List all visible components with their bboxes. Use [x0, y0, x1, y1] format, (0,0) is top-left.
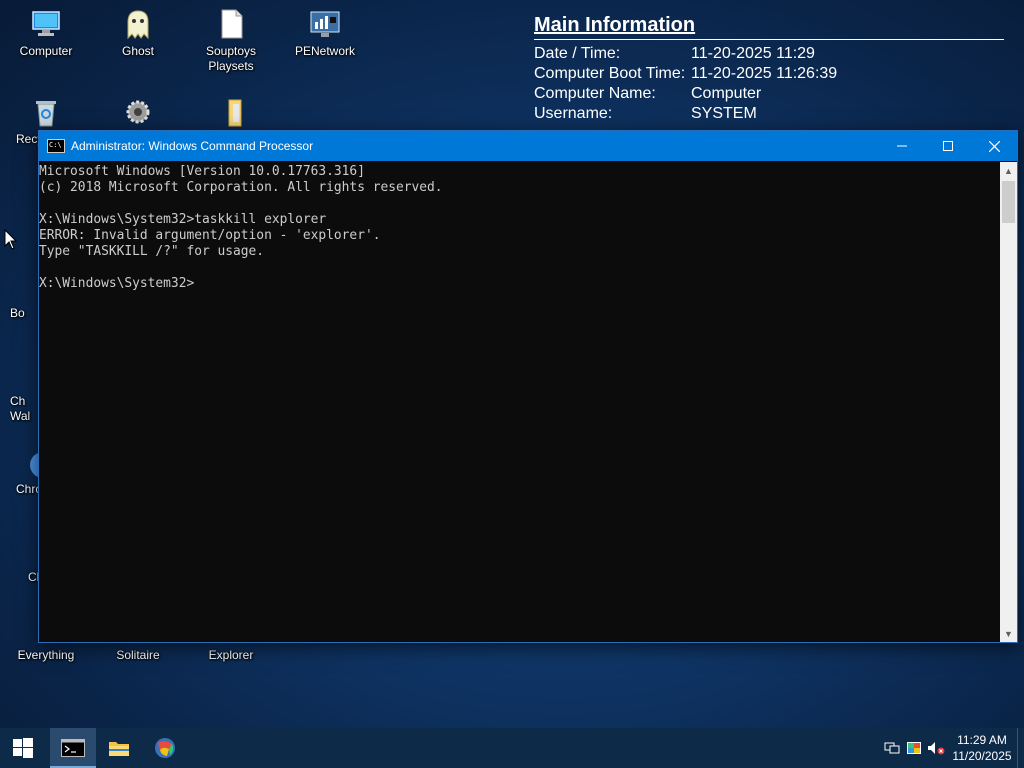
computer-icon: [30, 8, 62, 40]
info-row-computer-name: Computer Name: Computer: [534, 84, 1004, 104]
info-value: Computer: [691, 85, 762, 102]
desktop-icon-computer[interactable]: Computer: [6, 8, 86, 59]
network-icon: [884, 742, 900, 754]
desktop-icon-chro[interactable]: Chro: [10, 452, 46, 497]
console-line: X:\Windows\System32>taskkill explorer: [39, 212, 327, 227]
icon-label: Cl: [28, 570, 40, 584]
desktop-icon-souptoys[interactable]: Souptoys Playsets: [191, 8, 271, 74]
desktop-icon-cl[interactable]: Cl: [10, 570, 40, 585]
icon-label: Solitaire: [116, 648, 160, 662]
desktop-icon-bo[interactable]: Bo: [10, 306, 38, 321]
system-tray: 11:29 AM 11/20/2025: [881, 728, 1024, 768]
show-desktop-button[interactable]: [1017, 728, 1024, 768]
desktop-icon-folder[interactable]: [191, 96, 271, 132]
info-row-boot-time: Computer Boot Time: 11-20-2025 11:26:39: [534, 64, 1004, 84]
info-title: Main Information: [534, 14, 1004, 40]
console-line: (c) 2018 Microsoft Corporation. All righ…: [39, 180, 443, 195]
icon-label: Ghost: [121, 44, 154, 58]
console-prompt[interactable]: X:\Windows\System32>: [39, 276, 1000, 292]
icon-label: Explorer: [208, 648, 254, 662]
console-line: Microsoft Windows [Version 10.0.17763.31…: [39, 164, 365, 179]
info-row-datetime: Date / Time: 11-20-2025 11:29: [534, 44, 1004, 64]
icon-label: Bo: [10, 306, 25, 320]
minimize-button[interactable]: [879, 131, 925, 161]
command-prompt-window[interactable]: Administrator: Windows Command Processor…: [38, 130, 1018, 643]
start-button[interactable]: [0, 728, 46, 768]
document-icon: [215, 8, 247, 40]
icon-label: Chro: [16, 482, 43, 496]
tray-network-button[interactable]: [881, 728, 903, 768]
taskbar-clock[interactable]: 11:29 AM 11/20/2025: [947, 732, 1017, 764]
tray-volume-button[interactable]: [925, 728, 947, 768]
clock-time: 11:29 AM: [957, 733, 1007, 747]
console-line: ERROR: Invalid argument/option - 'explor…: [39, 228, 381, 243]
info-key: Computer Boot Time:: [534, 65, 686, 82]
icon-label: Souptoys Playsets: [205, 44, 257, 73]
taskbar-cmd-button[interactable]: [50, 728, 96, 768]
desktop-icon-ch-wal[interactable]: Ch Wal: [10, 394, 38, 424]
ghost-icon: [122, 8, 154, 40]
maximize-button[interactable]: [925, 131, 971, 161]
close-button[interactable]: [971, 131, 1017, 161]
info-value: SYSTEM: [691, 105, 757, 122]
scroll-down-arrow[interactable]: ▼: [1000, 625, 1017, 642]
gear-icon: [122, 96, 154, 128]
cmd-icon: [61, 739, 85, 757]
display-color-icon: [907, 742, 921, 754]
taskbar-file-explorer-button[interactable]: [96, 728, 142, 768]
info-key: Date / Time:: [534, 45, 621, 62]
icon-label: Computer: [19, 44, 73, 58]
recycle-bin-icon: [30, 96, 62, 128]
info-key: Username:: [534, 105, 613, 122]
folder-icon: [215, 96, 247, 128]
scroll-up-arrow[interactable]: ▲: [1000, 162, 1017, 179]
windows-logo-icon: [13, 738, 33, 758]
main-information-panel: Main Information Date / Time: 11-20-2025…: [534, 14, 1004, 124]
console-line: Type "TASKKILL /?" for usage.: [39, 244, 265, 259]
close-icon: [988, 140, 1000, 152]
folder-icon: [109, 742, 129, 756]
desktop-icon-ghost[interactable]: Ghost: [98, 8, 178, 59]
desktop-icon-penetwork[interactable]: PENetwork: [285, 8, 365, 59]
clock-date: 11/20/2025: [952, 749, 1012, 763]
network-monitor-icon: [309, 8, 341, 40]
desktop-icon-settings[interactable]: [98, 96, 178, 132]
taskbar-browser-button[interactable]: [142, 728, 188, 768]
taskbar: 11:29 AM 11/20/2025: [0, 728, 1024, 768]
info-value: 11-20-2025 11:29: [691, 45, 815, 62]
window-title: Administrator: Windows Command Processor: [71, 139, 314, 153]
minimize-icon: [897, 145, 907, 147]
info-row-username: Username: SYSTEM: [534, 104, 1004, 124]
console-output[interactable]: Microsoft Windows [Version 10.0.17763.31…: [39, 162, 1000, 642]
info-key: Computer Name:: [534, 85, 656, 102]
vertical-scrollbar[interactable]: ▲ ▼: [1000, 162, 1017, 642]
icon-label: PENetwork: [294, 44, 356, 58]
icon-label: Everything: [17, 648, 75, 662]
browser-globe-icon: [155, 738, 175, 758]
icon-label: Ch Wal: [10, 394, 31, 423]
scroll-thumb[interactable]: [1002, 181, 1015, 223]
volume-muted-icon: [928, 742, 945, 755]
info-value: 11-20-2025 11:26:39: [691, 65, 838, 82]
window-titlebar[interactable]: Administrator: Windows Command Processor: [39, 131, 1017, 161]
maximize-icon: [943, 141, 953, 151]
tray-display-button[interactable]: [903, 728, 925, 768]
cmd-app-icon: [47, 139, 65, 153]
